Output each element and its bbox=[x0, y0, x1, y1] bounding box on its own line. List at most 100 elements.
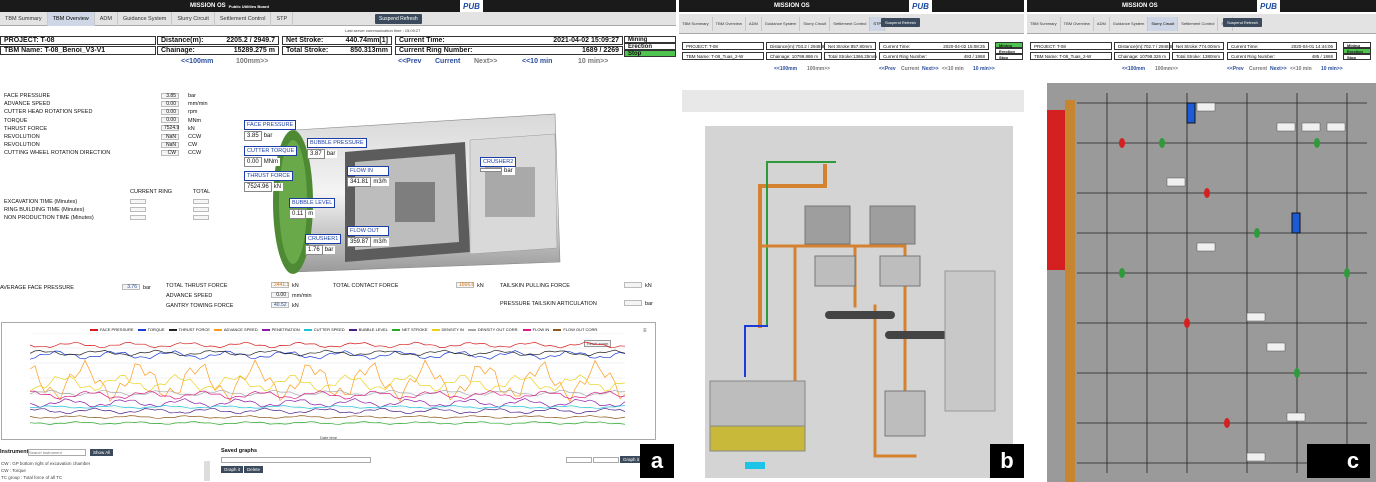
legend-swatch bbox=[431, 328, 440, 331]
tab-settlement-control[interactable]: Settlement Control bbox=[1178, 16, 1219, 31]
valve-indicator[interactable] bbox=[1314, 138, 1320, 148]
instrument-list-item[interactable]: CW : Torque bbox=[1, 468, 26, 473]
tab-tbm-summary[interactable]: TBM Summary bbox=[1027, 16, 1061, 31]
valve-indicator[interactable] bbox=[1254, 228, 1260, 238]
valve-indicator[interactable] bbox=[1224, 418, 1230, 428]
tab-stp[interactable]: STP bbox=[271, 11, 294, 26]
tab-slurry-circuit[interactable]: Slurry Circuit bbox=[172, 11, 215, 26]
legend-entry[interactable]: TORQUE bbox=[137, 327, 165, 332]
current-link[interactable]: Current bbox=[435, 58, 460, 65]
legend-entry[interactable]: ADVANCE SPEED bbox=[213, 327, 258, 332]
tab-tbm-overview[interactable]: TBM Overview bbox=[713, 16, 746, 31]
distance-field-value: 702.7 / 2948.8 bbox=[1143, 43, 1173, 49]
legend-swatch bbox=[392, 328, 401, 331]
prev-link[interactable]: <<Prev bbox=[398, 58, 421, 65]
net-stroke-field: Net Stroke: 857.80mm bbox=[824, 42, 876, 50]
net-stroke-field-label: Net Stroke: bbox=[828, 43, 851, 49]
ring-number-field-label: Current Ring Number: bbox=[1231, 53, 1276, 59]
tab-adm[interactable]: ADM bbox=[95, 11, 118, 26]
time-current-cell bbox=[130, 215, 146, 220]
tab-guidance-system[interactable]: Guidance System bbox=[118, 11, 173, 26]
prev-100mm-link[interactable]: <<100mm bbox=[181, 58, 213, 65]
tab-guidance-system[interactable]: Guidance System bbox=[1110, 16, 1149, 31]
valve-indicator[interactable] bbox=[1119, 138, 1125, 148]
legend-entry[interactable]: PENETRATION bbox=[261, 327, 300, 332]
valve-indicator[interactable] bbox=[1119, 268, 1125, 278]
instrument-list-item[interactable]: TC group : Total force of all TC bbox=[1, 475, 62, 480]
tab-adm[interactable]: ADM bbox=[1094, 16, 1110, 31]
total-stroke-field-label: Total Stroke: bbox=[828, 53, 854, 59]
date-from-input[interactable] bbox=[566, 457, 592, 463]
nav-link[interactable]: <<10 min bbox=[942, 66, 964, 72]
nav-link[interactable]: Next>> bbox=[1270, 66, 1287, 72]
legend-entry[interactable]: BUBBLE LEVEL bbox=[348, 327, 388, 332]
param-label: REVOLUTION bbox=[4, 134, 40, 140]
delete-graph-button[interactable]: Delete bbox=[244, 466, 264, 473]
tab-settlement-control[interactable]: Settlement Control bbox=[215, 11, 272, 26]
next-link[interactable]: Next>> bbox=[474, 58, 497, 65]
nav-link[interactable]: <<10 min bbox=[1290, 66, 1312, 72]
nav-link[interactable]: 100mm>> bbox=[807, 66, 830, 72]
nav-link[interactable]: <<100mm bbox=[774, 66, 797, 72]
graph-it-button-2[interactable]: Graph it bbox=[620, 456, 643, 463]
sensor-readout-box bbox=[1196, 242, 1216, 252]
nav-link[interactable]: <<Prev bbox=[879, 66, 896, 72]
nav-link[interactable]: 10 min>> bbox=[973, 66, 995, 72]
graph-it-button[interactable]: Graph it bbox=[221, 466, 244, 473]
valve-indicator[interactable] bbox=[1184, 318, 1190, 328]
instrument-list-item[interactable]: CW : GP bottom right of excavation chamb… bbox=[1, 461, 90, 466]
slurry-pipe-network bbox=[709, 161, 996, 469]
legend-entry[interactable]: CUTTER SPEED bbox=[303, 327, 345, 332]
valve-indicator[interactable] bbox=[1159, 138, 1165, 148]
tab-tbm-overview[interactable]: TBM Overview bbox=[47, 11, 95, 26]
date-to-input[interactable] bbox=[593, 457, 619, 463]
legend-entry[interactable]: DENSITY IN bbox=[431, 327, 464, 332]
legend-entry[interactable]: DENSITY OUT CORR. bbox=[467, 327, 519, 332]
chart-menu-icon[interactable]: ≡ bbox=[643, 328, 647, 334]
valve-indicator[interactable] bbox=[1204, 188, 1210, 198]
tab-slurry-circuit[interactable]: Slurry Circuit bbox=[800, 16, 831, 31]
legend-entry[interactable]: FLOW IN bbox=[522, 327, 549, 332]
current-time-field: Current Time: 2020-04-01 14:44:06 bbox=[1227, 42, 1337, 50]
server-comm-time: Last server communication time : 15:09:2… bbox=[345, 28, 421, 33]
nav-link[interactable]: Current bbox=[901, 66, 919, 72]
avg-face-pressure-label: AVERAGE FACE PRESSURE bbox=[0, 285, 74, 291]
param-label: REVOLUTION bbox=[4, 142, 40, 149]
prev-10min-link[interactable]: <<10 min bbox=[522, 58, 552, 65]
ring-number-field-value: 485 / 1868 bbox=[1311, 53, 1333, 59]
nav-link[interactable]: 100mm>> bbox=[1155, 66, 1178, 72]
nav-link[interactable]: Next>> bbox=[922, 66, 939, 72]
valve-indicator[interactable] bbox=[1294, 368, 1300, 378]
saved-graphs-select[interactable] bbox=[221, 457, 371, 463]
nav-link[interactable]: <<Prev bbox=[1227, 66, 1244, 72]
nav-link[interactable]: <<100mm bbox=[1122, 66, 1145, 72]
legend-entry[interactable]: NET STROKE bbox=[392, 327, 428, 332]
suspend-refresh-button[interactable]: Suspend Refresh bbox=[881, 18, 920, 27]
tab-settlement-control[interactable]: Settlement Control bbox=[830, 16, 871, 31]
ring-number-field: Current Ring Number: 485 / 1868 bbox=[1227, 52, 1337, 60]
tab-guidance-system[interactable]: Guidance System bbox=[762, 16, 801, 31]
suspend-refresh-button[interactable]: Suspend Refresh bbox=[375, 14, 422, 24]
advance-speed-bottom-unit: mm/min bbox=[292, 293, 312, 299]
nav-link[interactable]: Current bbox=[1249, 66, 1267, 72]
tab-tbm-summary[interactable]: TBM Summary bbox=[0, 11, 48, 26]
tab-adm[interactable]: ADM bbox=[746, 16, 762, 31]
legend-entry[interactable]: FLOW OUT CORR. bbox=[553, 327, 598, 332]
valve-indicator[interactable] bbox=[1344, 268, 1350, 278]
legend-entry[interactable]: THRUST FORCE bbox=[168, 327, 210, 332]
next-10min-link[interactable]: 10 min>> bbox=[578, 58, 608, 65]
instrument-scrollbar[interactable] bbox=[204, 461, 210, 481]
time-row-label: RING BUILDING TIME (Minutes) bbox=[4, 207, 85, 213]
suspend-refresh-button[interactable]: Suspend Refresh bbox=[1223, 18, 1262, 27]
tab-tbm-overview[interactable]: TBM Overview bbox=[1061, 16, 1094, 31]
next-100mm-link[interactable]: 100mm>> bbox=[236, 58, 268, 65]
legend-entry[interactable]: FACE PRESSURE bbox=[90, 327, 134, 332]
tab-tbm-summary[interactable]: TBM Summary bbox=[679, 16, 713, 31]
show-all-button[interactable]: Show All bbox=[90, 449, 114, 456]
gantry-towing-unit: kN bbox=[292, 303, 299, 309]
tbm-name-label: TBM Name: T-08_Benoi_V3-V1 bbox=[0, 46, 156, 55]
instrument-search-input[interactable] bbox=[28, 449, 86, 456]
slurry-subheader bbox=[682, 90, 1024, 112]
nav-link[interactable]: 10 min>> bbox=[1321, 66, 1343, 72]
tab-slurry-circuit[interactable]: Slurry Circuit bbox=[1148, 16, 1179, 31]
